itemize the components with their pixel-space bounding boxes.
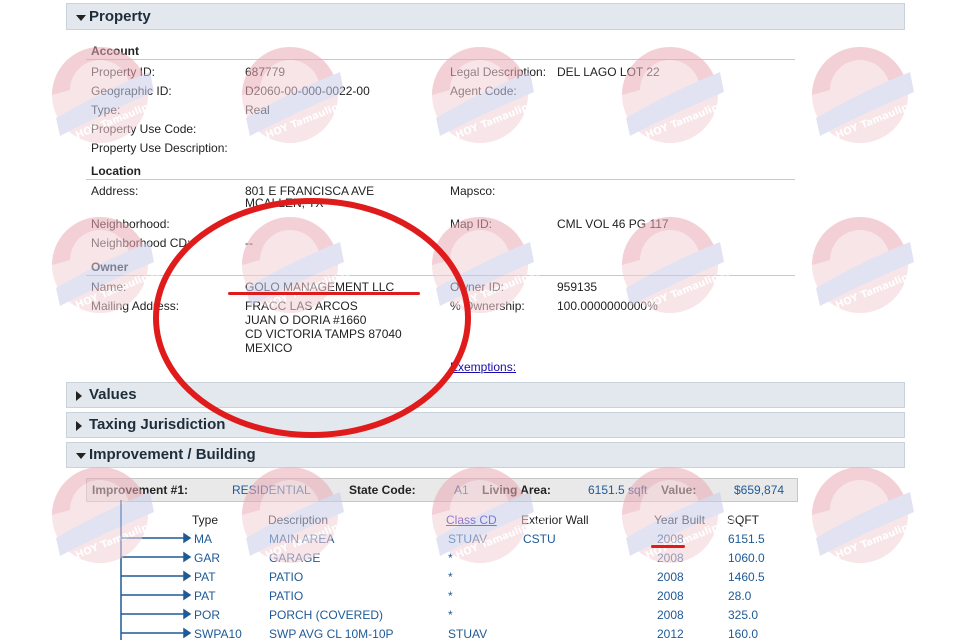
value-amount: $659,874 <box>734 483 785 497</box>
watermark-logo: HOY TamaulipasTV <box>812 467 930 563</box>
row-class: STUAV <box>448 627 488 641</box>
row-sqft: 160.0 <box>728 627 759 641</box>
row-year: 2008 <box>657 589 684 603</box>
col-header-year-built: Year Built <box>654 513 705 527</box>
ownership-percent-value: 100.0000000000% <box>557 299 658 313</box>
improvement-summary-bar: Improvement #1: RESIDENTIAL State Code: … <box>86 478 798 502</box>
improvement-panel-header[interactable]: Improvement / Building <box>66 442 905 468</box>
svg-text:HOY TamaulipasTV: HOY TamaulipasTV <box>264 92 360 142</box>
svg-text:HOY TamaulipasTV: HOY TamaulipasTV <box>834 262 930 312</box>
row-description: MAIN AREA <box>269 532 335 546</box>
row-class: * <box>448 608 453 622</box>
owner-id-value: 959135 <box>557 280 598 294</box>
row-year: 2008 <box>657 570 684 584</box>
state-code-value: A1 <box>454 483 469 497</box>
svg-text:HOY TamaulipasTV: HOY TamaulipasTV <box>834 92 930 142</box>
living-area-label: Living Area: <box>482 483 551 497</box>
property-id-value: 687779 <box>245 65 286 79</box>
row-class: STUAV <box>448 532 488 546</box>
address-label: Address: <box>91 184 139 198</box>
account-divider <box>86 59 795 60</box>
row-sqft: 1060.0 <box>728 551 765 565</box>
watermark-logo: HOY TamaulipasTV <box>622 47 740 143</box>
expanded-arrow-icon <box>76 15 86 21</box>
collapsed-arrow-icon <box>76 421 82 431</box>
svg-text:HOY TamaulipasTV: HOY TamaulipasTV <box>454 92 550 142</box>
row-year: 2008 <box>657 551 684 565</box>
row-class: * <box>448 551 453 565</box>
living-area-value: 6151.5 sqft <box>588 483 648 497</box>
red-underline-owner-name <box>228 292 420 295</box>
property-panel-header[interactable]: Property <box>66 3 905 30</box>
row-type: SWPA10 <box>194 627 242 641</box>
property-use-code-label: Property Use Code: <box>91 122 197 136</box>
row-wall: CSTU <box>523 532 556 546</box>
col-header-exterior-wall: Exterior Wall <box>521 513 589 527</box>
geographic-id-label: Geographic ID: <box>91 84 172 98</box>
row-type: PAT <box>194 570 216 584</box>
property-use-description-label: Property Use Description: <box>91 141 228 155</box>
type-label: Type: <box>91 103 121 117</box>
row-sqft: 6151.5 <box>728 532 765 546</box>
watermark-logo: HOY TamaulipasTV <box>812 217 930 313</box>
row-sqft: 1460.5 <box>728 570 765 584</box>
property-id-label: Property ID: <box>91 65 156 79</box>
row-type: PAT <box>194 589 216 603</box>
owner-name-label: Name: <box>91 280 127 294</box>
row-type: POR <box>194 608 221 622</box>
geographic-id-value: D2060-00-000-0022-00 <box>245 84 370 98</box>
location-heading: Location <box>91 164 141 178</box>
values-panel-title: Values <box>89 386 137 403</box>
legal-description-label: Legal Description: <box>450 65 547 79</box>
property-panel-title: Property <box>89 8 151 25</box>
type-value: Real <box>245 103 270 117</box>
watermark-logo: HOY TamaulipasTV <box>812 47 930 143</box>
legal-description-value: DEL LAGO LOT 22 <box>557 65 660 79</box>
row-description: PATIO <box>269 570 304 584</box>
agent-code-label: Agent Code: <box>450 84 517 98</box>
row-description: SWP AVG CL 10M-10P <box>269 627 394 641</box>
row-class: * <box>448 570 453 584</box>
location-divider <box>86 179 795 180</box>
row-sqft: 325.0 <box>728 608 759 622</box>
row-sqft: 28.0 <box>728 589 752 603</box>
improvement-number-value: RESIDENTIAL <box>232 483 311 497</box>
row-type: MA <box>194 532 212 546</box>
svg-text:HOY TamaulipasTV: HOY TamaulipasTV <box>834 512 930 562</box>
col-header-sqft: SQFT <box>727 513 759 527</box>
row-year: 2008 <box>657 532 684 546</box>
map-id-value: CML VOL 46 PG 117 <box>557 217 669 231</box>
improvement-number-label: Improvement #1: <box>92 483 189 497</box>
svg-text:HOY TamaulipasTV: HOY TamaulipasTV <box>644 262 740 312</box>
row-class: * <box>448 589 453 603</box>
value-label: Value: <box>661 483 697 497</box>
svg-text:HOY TamaulipasTV: HOY TamaulipasTV <box>644 92 740 142</box>
improvement-panel-title: Improvement / Building <box>89 446 256 463</box>
row-description: PATIO <box>269 589 304 603</box>
tree-connector <box>120 500 192 640</box>
row-description: GARAGE <box>269 551 321 565</box>
col-header-class-cd-link[interactable]: Class CD <box>446 513 497 527</box>
state-code-label: State Code: <box>349 483 416 497</box>
owner-heading: Owner <box>91 260 129 274</box>
red-circle-annotation <box>153 198 471 438</box>
expanded-arrow-icon <box>76 453 86 459</box>
row-description: PORCH (COVERED) <box>269 608 384 622</box>
row-year: 2012 <box>657 627 684 641</box>
row-year: 2008 <box>657 608 684 622</box>
account-heading: Account <box>91 44 139 58</box>
col-header-type: Type <box>192 513 219 527</box>
row-type: GAR <box>194 551 221 565</box>
collapsed-arrow-icon <box>76 391 82 401</box>
red-underline-year-built <box>651 545 685 548</box>
col-header-description: Description <box>268 513 329 527</box>
